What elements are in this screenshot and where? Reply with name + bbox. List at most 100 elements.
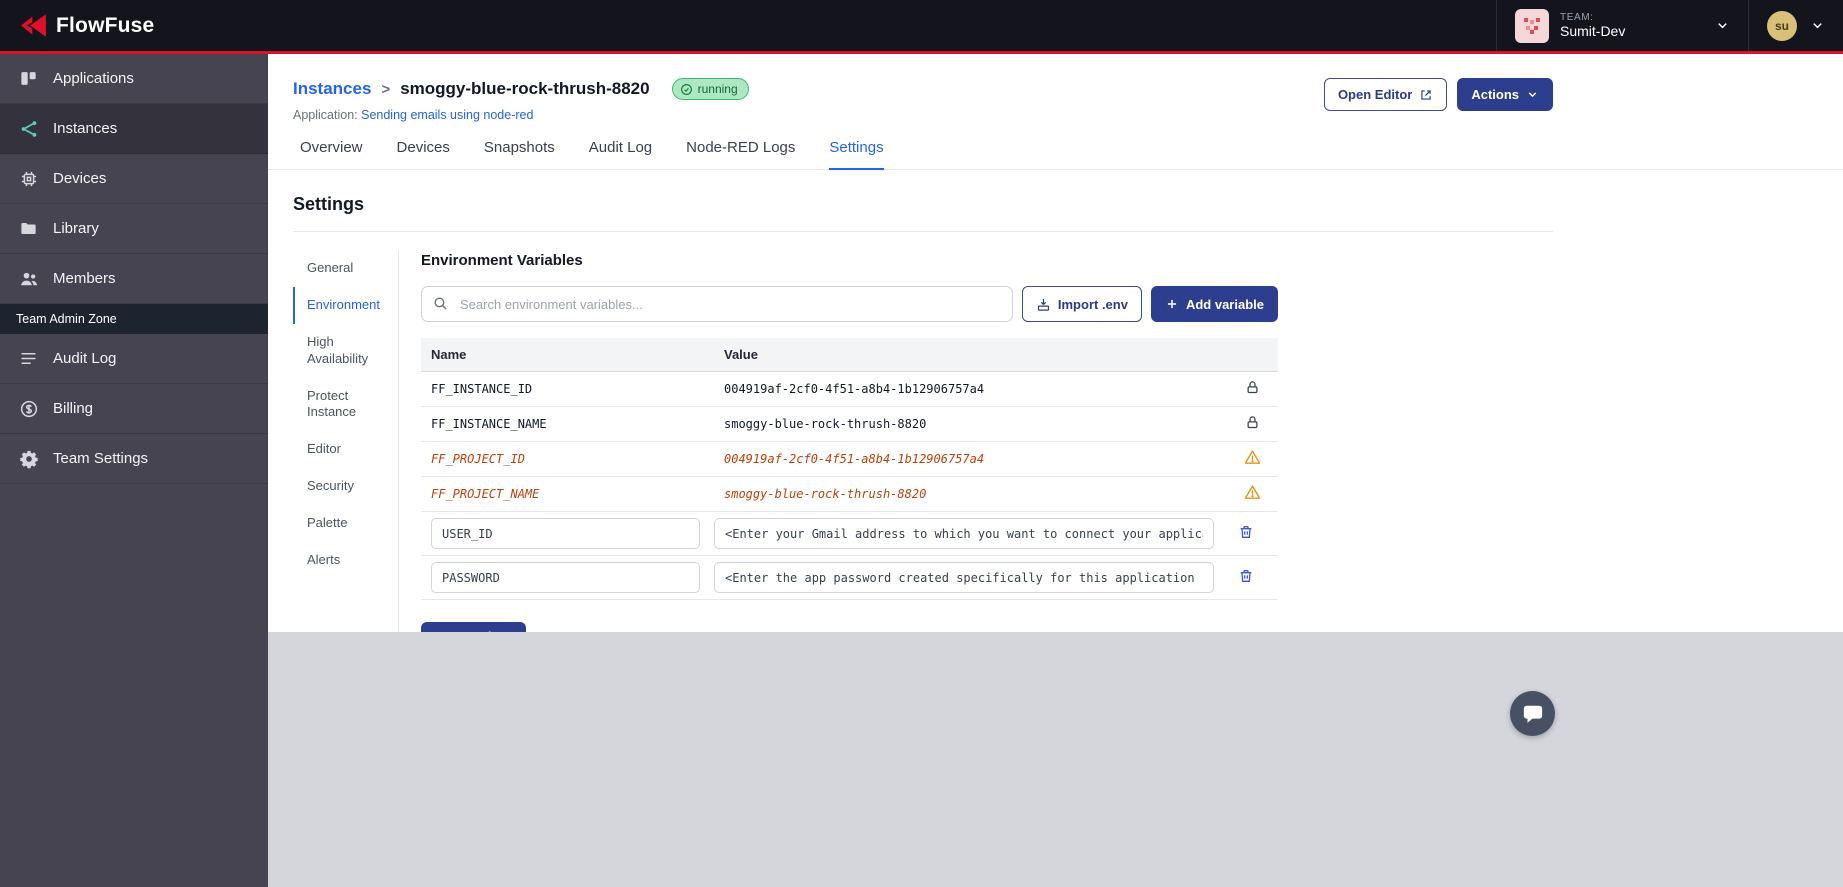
table-row: FF_PROJECT_ID 004919af-2cf0-4f51-a8b4-1b… [421,441,1278,477]
subnav-item-alerts[interactable]: Alerts [293,542,398,579]
sidebar-item-devices[interactable]: Devices [0,154,268,204]
user-menu[interactable]: su [1748,0,1843,51]
tab-nodered-logs[interactable]: Node-RED Logs [686,139,795,170]
members-icon [18,268,39,289]
column-header-name: Name [421,338,714,372]
gear-icon [18,448,39,469]
plus-icon [1165,297,1179,311]
team-admin-zone-label: Team Admin Zone [0,304,268,334]
subnav-item-general[interactable]: General [293,250,398,287]
instance-name: smoggy-blue-rock-thrush-8820 [400,79,650,98]
sidebar-item-audit-log[interactable]: Audit Log [0,334,268,384]
lock-icon [1245,415,1260,430]
search-icon [432,295,449,317]
env-name-input[interactable] [431,562,700,593]
lock-icon [1245,380,1260,395]
team-avatar [1515,8,1549,43]
main-content: Instances > smoggy-blue-rock-thrush-8820… [268,54,1843,632]
settings-page-title: Settings [293,194,365,214]
sidebar: Applications Instances Devices Library M… [0,54,268,887]
open-editor-button[interactable]: Open Editor [1323,78,1448,111]
import-env-button[interactable]: Import .env [1021,286,1142,322]
chevron-down-icon [1810,18,1825,33]
env-name: FF_INSTANCE_ID [421,371,714,407]
settings-subnav: General Environment High Availability Pr… [293,250,399,632]
sidebar-item-instances[interactable]: Instances [0,104,268,154]
tab-settings[interactable]: Settings [829,139,884,170]
breadcrumb: Instances > smoggy-blue-rock-thrush-8820… [293,78,749,100]
breadcrumb-instances-link[interactable]: Instances [293,79,371,99]
column-header-actions [1226,338,1278,372]
devices-icon [18,168,39,189]
env-search-input[interactable] [421,286,1013,322]
sidebar-item-team-settings[interactable]: Team Settings [0,434,268,484]
sidebar-item-label: Members [53,270,116,287]
tab-overview[interactable]: Overview [300,139,363,170]
env-section-title: Environment Variables [421,252,583,269]
user-avatar: su [1767,10,1797,41]
subnav-item-palette[interactable]: Palette [293,505,398,542]
brand-logo[interactable]: FlowFuse [0,0,268,51]
subnav-item-high-availability[interactable]: High Availability [293,324,398,378]
chat-widget-button[interactable] [1510,691,1555,736]
warning-icon [1244,484,1261,501]
sidebar-item-label: Team Settings [53,450,149,467]
column-header-value: Value [714,338,1226,372]
env-name-input[interactable] [431,518,700,549]
actions-label: Actions [1471,87,1519,102]
subnav-item-editor[interactable]: Editor [293,431,398,468]
env-value: smoggy-blue-rock-thrush-8820 [714,476,1226,512]
save-settings-button[interactable]: Save settings [421,622,526,632]
env-value-input[interactable] [714,562,1214,593]
env-value-input[interactable] [714,518,1214,549]
env-value: 004919af-2cf0-4f51-a8b4-1b12906757a4 [714,371,1226,407]
subnav-item-environment[interactable]: Environment [293,286,398,324]
env-name: FF_PROJECT_NAME [421,476,714,512]
tab-snapshots[interactable]: Snapshots [484,139,555,170]
sidebar-item-label: Library [53,220,99,237]
sidebar-item-library[interactable]: Library [0,204,268,254]
breadcrumb-separator: > [381,80,391,98]
trash-icon[interactable] [1238,568,1254,584]
sidebar-item-label: Devices [53,170,107,187]
open-editor-label: Open Editor [1337,87,1413,102]
subnav-item-protect-instance[interactable]: Protect Instance [293,378,398,432]
chevron-down-icon [1526,88,1539,101]
import-icon [1036,297,1051,312]
team-name: Sumit-Dev [1560,23,1626,39]
billing-icon [18,398,39,419]
team-selector[interactable]: TEAM: Sumit-Dev [1496,0,1748,51]
sidebar-item-label: Audit Log [53,350,117,367]
sidebar-item-members[interactable]: Members [0,254,268,304]
tab-audit-log[interactable]: Audit Log [589,139,652,170]
table-row: FF_INSTANCE_NAME smoggy-blue-rock-thrush… [421,406,1278,442]
env-variables-table: Name Value FF_INSTANCE_ID 004919af-2cf0-… [421,338,1278,600]
external-link-icon [1419,88,1433,102]
table-row: FF_PROJECT_NAME smoggy-blue-rock-thrush-… [421,476,1278,512]
env-name: FF_PROJECT_ID [421,441,714,477]
tab-devices[interactable]: Devices [397,139,450,170]
application-link[interactable]: Sending emails using node-red [361,108,533,122]
add-variable-button[interactable]: Add variable [1150,286,1278,322]
sidebar-item-label: Instances [53,120,118,137]
sidebar-item-applications[interactable]: Applications [0,54,268,104]
brand-name: FlowFuse [56,13,155,37]
application-label: Application: [293,108,358,122]
chat-bubble-icon [1522,703,1544,725]
topbar: FlowFuse TEAM: Sumit-Dev su [0,0,1843,54]
sidebar-item-billing[interactable]: Billing [0,384,268,434]
flowfuse-logo-icon [20,12,47,39]
trash-icon[interactable] [1238,524,1254,540]
chevron-down-icon [1715,18,1730,33]
actions-button[interactable]: Actions [1457,78,1553,111]
folder-icon [18,218,39,239]
subnav-item-security[interactable]: Security [293,468,398,505]
import-env-label: Import .env [1057,296,1128,312]
table-row [421,555,1278,600]
add-variable-label: Add variable [1185,296,1264,312]
audit-log-icon [18,348,39,369]
env-value: smoggy-blue-rock-thrush-8820 [714,406,1226,442]
sidebar-item-label: Billing [53,400,94,417]
warning-icon [1244,449,1261,466]
table-row [421,511,1278,556]
